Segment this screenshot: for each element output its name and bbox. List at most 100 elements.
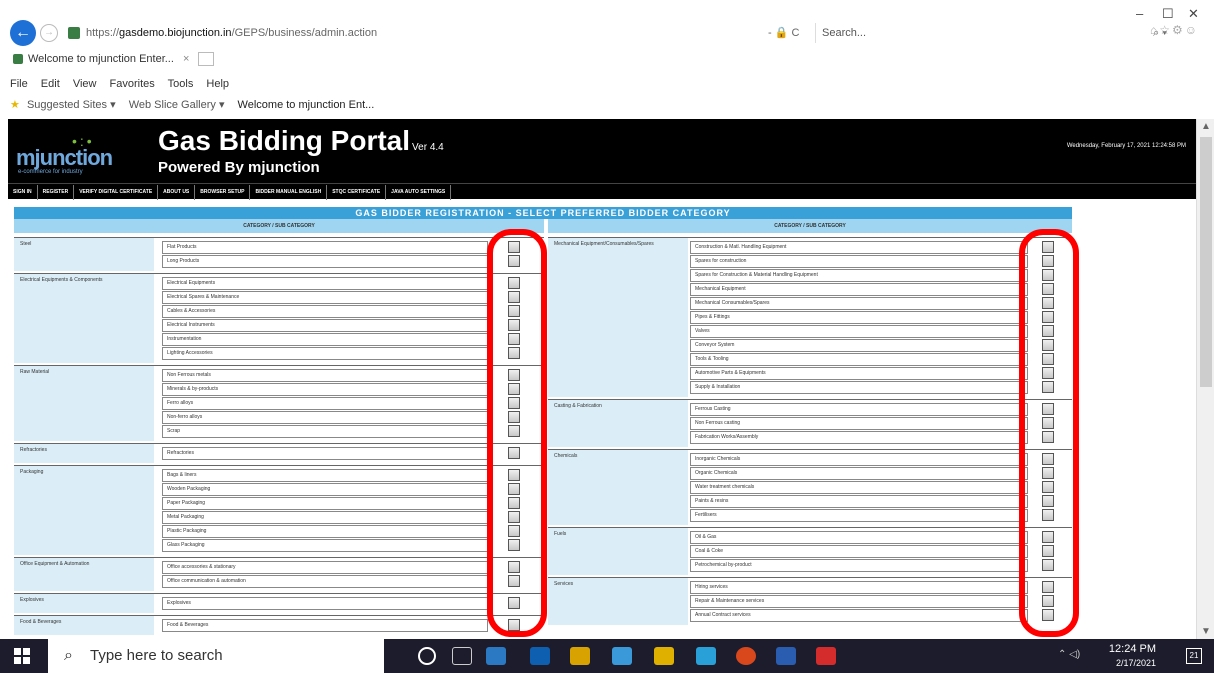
page-viewport: •:• mjunction e-commerce for industry Ga… xyxy=(8,119,1196,639)
address-bar[interactable]: https://gasdemo.biojunction.in/GEPS/busi… xyxy=(66,23,746,43)
page-title: GAS BIDDER REGISTRATION - SELECT PREFERR… xyxy=(14,207,1072,219)
subcategory-item: Electrical Instruments xyxy=(162,319,488,332)
tray-icons[interactable]: ⌃ ◁) xyxy=(1058,649,1080,660)
taskbar-search-input[interactable]: ⌕ Type here to search xyxy=(48,639,384,673)
nav-item[interactable]: JAVA AUTO SETTINGS xyxy=(386,185,452,200)
back-icon[interactable]: ← xyxy=(10,20,36,46)
category-name: Fuels xyxy=(548,528,688,575)
nav-item[interactable]: BIDDER MANUAL ENGLISH xyxy=(250,185,328,200)
subcategory-item: Oil & Gas xyxy=(690,531,1028,544)
menu-edit[interactable]: Edit xyxy=(41,78,60,90)
app-icon[interactable] xyxy=(816,647,836,665)
category-name: Mechanical Equipment/Consumables/Spares xyxy=(548,238,688,397)
search-icon: ⌕ xyxy=(64,647,73,664)
subcategory-item: Lighting Accessories xyxy=(162,347,488,360)
menu-file[interactable]: File xyxy=(10,78,28,90)
teams-icon[interactable] xyxy=(696,647,716,665)
subcategory-item: Non Ferrous casting xyxy=(690,417,1028,430)
nav-item[interactable]: REGISTER xyxy=(38,185,75,200)
browser-search-input[interactable]: Search... ⌕ ▾ xyxy=(815,23,1175,43)
category-name: Packaging xyxy=(14,466,154,555)
minimize-icon[interactable]: – xyxy=(1136,6,1143,21)
nav-item[interactable]: VERIFY DIGITAL CERTIFICATE xyxy=(74,185,159,200)
right-column-header: CATEGORY / SUB CATEGORY xyxy=(548,219,1072,233)
subcategory-item: Explosives xyxy=(162,597,488,610)
subcategory-item: Food & Beverages xyxy=(162,619,488,632)
category-group: Explosives Explosives xyxy=(14,593,544,613)
subcategory-item: Ferro alloys xyxy=(162,397,488,410)
category-group: Casting & Fabrication Ferrous Casting Non … xyxy=(548,399,1072,447)
fav-welcome[interactable]: Welcome to mjunction Ent... xyxy=(238,99,375,111)
subcategory-item: Long Products xyxy=(162,255,488,268)
subcategory-item: Fabrication Works/Assembly xyxy=(690,431,1028,444)
internet-explorer-icon[interactable] xyxy=(612,647,632,665)
subcategory-item: Cables & Accessories xyxy=(162,305,488,318)
subcategory-item: Paints & resins xyxy=(690,495,1028,508)
mjunction-logo[interactable]: •:• mjunction e-commerce for industry xyxy=(14,131,132,175)
subcategory-item: Supply & Installation xyxy=(690,381,1028,394)
subcategory-item: Non Ferrous metals xyxy=(162,369,488,382)
scroll-down-icon[interactable]: ▼ xyxy=(1201,626,1211,637)
notification-icon[interactable]: 21 xyxy=(1186,648,1202,664)
category-group: Mechanical Equipment/Consumables/Spares C… xyxy=(548,237,1072,397)
category-group: Food & Beverages Food & Beverages xyxy=(14,615,544,635)
fav-web-slice-gallery[interactable]: Web Slice Gallery ▾ xyxy=(129,99,225,111)
new-tab-button[interactable] xyxy=(198,52,215,67)
tab-close-icon[interactable]: × xyxy=(183,50,189,68)
scroll-thumb[interactable] xyxy=(1200,137,1212,387)
menu-favorites[interactable]: Favorites xyxy=(110,78,155,90)
menu-tools[interactable]: Tools xyxy=(168,78,194,90)
subcategory-item: Instrumentation xyxy=(162,333,488,346)
category-name: Casting & Fabrication xyxy=(548,400,688,447)
category-name: Steel xyxy=(14,238,154,271)
menu-help[interactable]: Help xyxy=(206,78,229,90)
menu-view[interactable]: View xyxy=(73,78,97,90)
page-scrollbar[interactable]: ▲ ▼ xyxy=(1196,119,1214,639)
category-group: Packaging Bags & liners Wooden Packaging Pa… xyxy=(14,465,544,555)
category-group: Electrical Equipments & Components Electr… xyxy=(14,273,544,363)
file-explorer-icon[interactable] xyxy=(654,647,674,665)
site-title: Gas Bidding Portal Ver 4.4 xyxy=(158,125,444,156)
nav-item[interactable]: STQC CERTIFICATE xyxy=(327,185,387,200)
category-name: Explosives xyxy=(14,594,154,613)
site-subtitle: Powered By mjunction xyxy=(158,159,320,176)
category-group: Chemicals Inorganic Chemicals Organic Chem… xyxy=(548,449,1072,525)
fav-suggested-sites[interactable]: Suggested Sites ▾ xyxy=(27,99,116,111)
subcategory-item: Glass Packaging xyxy=(162,539,488,552)
tab-welcome[interactable]: Welcome to mjunction Enter... xyxy=(10,50,174,68)
category-group: Refractories Refractories xyxy=(14,443,544,463)
windows-start-icon[interactable] xyxy=(14,648,30,664)
nav-item[interactable]: SIGN IN xyxy=(8,185,38,200)
nav-item[interactable]: BROWSER SETUP xyxy=(195,185,251,200)
address-tools[interactable]: - 🔒 C xyxy=(768,23,812,43)
chrome-icon[interactable] xyxy=(736,647,756,665)
toolbar-icons[interactable]: ⌂☆⚙☺ xyxy=(1150,23,1199,37)
cortana-icon[interactable] xyxy=(418,647,436,665)
outlook-icon[interactable] xyxy=(530,647,550,665)
word-icon[interactable] xyxy=(776,647,796,665)
task-view-icon[interactable] xyxy=(452,647,472,665)
nav-item[interactable]: ABOUT US xyxy=(158,185,196,200)
forward-icon[interactable]: → xyxy=(40,24,58,42)
subcategory-item: Pipes & Fittings xyxy=(690,311,1028,324)
scroll-up-icon[interactable]: ▲ xyxy=(1201,121,1211,132)
subcategory-item: Paper Packaging xyxy=(162,497,488,510)
category-name: Electrical Equipments & Components xyxy=(14,274,154,363)
store-icon[interactable] xyxy=(570,647,590,665)
subcategory-item: Spares for Construction & Material Handl… xyxy=(690,269,1028,282)
annotation-highlight-right xyxy=(1019,229,1079,637)
favorites-star-icon[interactable]: ★ xyxy=(10,99,20,111)
subcategory-item: Automotive Parts & Equipments xyxy=(690,367,1028,380)
mail-icon[interactable] xyxy=(486,647,506,665)
browser-chrome: – ☐ ✕ ← → https://gasdemo.biojunction.in… xyxy=(0,0,1214,118)
clock[interactable]: 12:24 PM 2/17/2021 xyxy=(1109,642,1156,670)
subcategory-item: Electrical Equipments xyxy=(162,277,488,290)
subcategory-item: Organic Chemicals xyxy=(690,467,1028,480)
subcategory-item: Fertilisers xyxy=(690,509,1028,522)
category-name: Chemicals xyxy=(548,450,688,525)
subcategory-item: Mechanical Equipment xyxy=(690,283,1028,296)
subcategory-item: Non-ferro alloys xyxy=(162,411,488,424)
subcategory-item: Refractories xyxy=(162,447,488,460)
subcategory-item: Wooden Packaging xyxy=(162,483,488,496)
subcategory-item: Annual Contract services xyxy=(690,609,1028,622)
